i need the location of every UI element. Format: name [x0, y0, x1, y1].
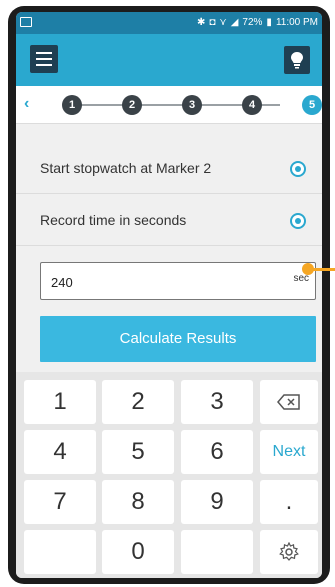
settings-key[interactable] [260, 530, 318, 574]
step-1[interactable]: 1 [62, 95, 82, 115]
radio-selected-icon[interactable] [290, 161, 306, 177]
dot-key[interactable]: . [260, 480, 318, 524]
gear-icon [279, 542, 299, 561]
key-4[interactable]: 4 [24, 430, 96, 474]
app-screen: ✱ ◘ ⋎ ◢ 72% ▮ 11:00 PM ‹ 1 2 3 4 5 Start… [16, 12, 322, 578]
bluetooth-icon: ✱ [196, 17, 206, 28]
key-2[interactable]: 2 [102, 380, 174, 424]
calculate-results-button[interactable]: Calculate Results [40, 316, 316, 362]
key-5[interactable]: 5 [102, 430, 174, 474]
key-6[interactable]: 6 [181, 430, 253, 474]
step-2[interactable]: 2 [122, 95, 142, 115]
callout-marker-line [306, 268, 335, 271]
step-5-active[interactable]: 5 [302, 95, 322, 115]
app-bar [16, 34, 322, 86]
key-1[interactable]: 1 [24, 380, 96, 424]
key-8[interactable]: 8 [102, 480, 174, 524]
battery-percent: 72% [242, 17, 263, 28]
back-chevron-icon[interactable]: ‹ [24, 96, 40, 112]
lightbulb-button[interactable] [284, 46, 310, 74]
signal-icon: ◢ [230, 17, 239, 28]
input-value: 240 [51, 275, 73, 290]
clock: 11:00 PM [275, 17, 318, 28]
blank-key [24, 530, 96, 574]
option-row-start-stopwatch[interactable]: Start stopwatch at Marker 2 [16, 142, 322, 194]
blank-key [181, 530, 253, 574]
menu-button[interactable] [30, 45, 58, 73]
status-bar: ✱ ◘ ⋎ ◢ 72% ▮ 11:00 PM [16, 12, 322, 34]
key-9[interactable]: 9 [181, 480, 253, 524]
backspace-icon [277, 394, 300, 410]
key-7[interactable]: 7 [24, 480, 96, 524]
option-row-record-time[interactable]: Record time in seconds [16, 194, 322, 246]
wifi-icon: ⋎ [219, 17, 227, 28]
step-4[interactable]: 4 [242, 95, 262, 115]
radio-selected-icon[interactable] [290, 213, 306, 229]
lightbulb-icon [291, 52, 303, 69]
screenshot-icon [20, 17, 32, 27]
numeric-keypad: 1 2 3 4 5 6 Next 7 8 9 . 0 [16, 372, 322, 578]
backspace-key[interactable] [260, 380, 318, 424]
key-0[interactable]: 0 [102, 530, 174, 574]
hamburger-icon [36, 52, 52, 54]
option-label: Record time in seconds [40, 212, 187, 228]
device-frame: ✱ ◘ ⋎ ◢ 72% ▮ 11:00 PM ‹ 1 2 3 4 5 Start… [8, 6, 330, 584]
status-icons: ✱ ◘ ⋎ ◢ 72% ▮ 11:00 PM [197, 17, 318, 28]
battery-icon: ▮ [266, 17, 272, 28]
time-input-field[interactable]: 240 sec [40, 262, 316, 300]
key-3[interactable]: 3 [181, 380, 253, 424]
option-label: Start stopwatch at Marker 2 [40, 160, 212, 176]
next-key[interactable]: Next [260, 430, 318, 474]
step-3[interactable]: 3 [182, 95, 202, 115]
step-indicator: ‹ 1 2 3 4 5 [16, 86, 322, 124]
nfc-icon: ◘ [209, 17, 216, 28]
